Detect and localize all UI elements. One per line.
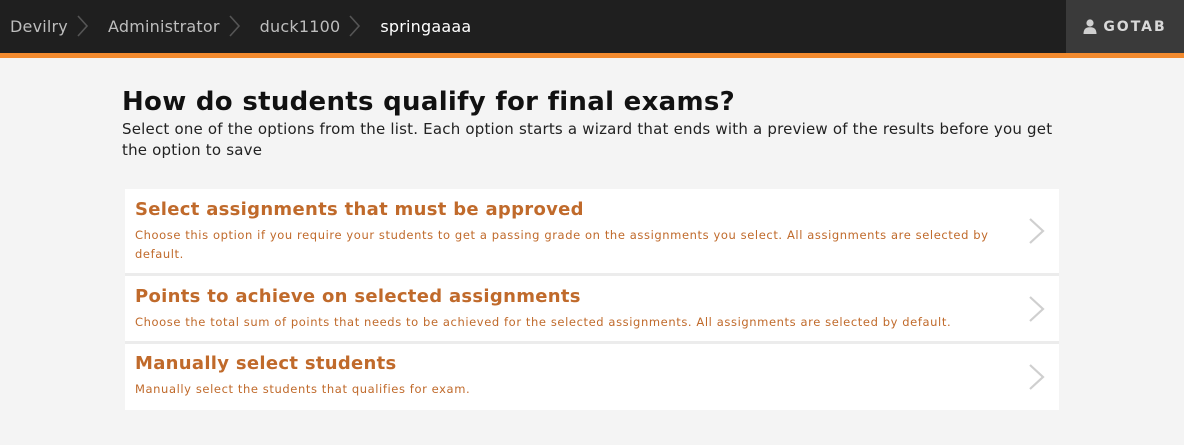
- option-select-approved-assignments[interactable]: Select assignments that must be approved…: [125, 189, 1059, 276]
- breadcrumb-item-devilry[interactable]: Devilry: [10, 17, 68, 36]
- breadcrumb-item-administrator[interactable]: Administrator: [108, 17, 220, 36]
- chevron-right-icon: [1029, 364, 1045, 390]
- option-title: Points to achieve on selected assignment…: [135, 286, 581, 307]
- user-icon: [1083, 19, 1097, 34]
- chevron-right-icon: [1029, 218, 1045, 244]
- chevron-right-icon: [226, 0, 250, 53]
- qualification-options-list: Select assignments that must be approved…: [125, 189, 1059, 410]
- option-title: Select assignments that must be approved: [135, 199, 584, 220]
- page-description: Select one of the options from the list.…: [122, 120, 1053, 159]
- chevron-right-icon: [346, 0, 370, 53]
- option-points-on-assignments[interactable]: Points to achieve on selected assignment…: [125, 276, 1059, 344]
- accent-divider: [0, 53, 1184, 58]
- option-description: Choose the total sum of points that need…: [135, 315, 952, 329]
- top-navigation-bar: Devilry Administrator duck1100 springaaa…: [0, 0, 1184, 53]
- chevron-right-icon: [1029, 295, 1045, 322]
- user-name-label: GOTAB: [1103, 18, 1167, 35]
- option-manually-select-students[interactable]: Manually select students Manually select…: [125, 344, 1059, 410]
- breadcrumb-item-duck1100[interactable]: duck1100: [260, 17, 341, 36]
- user-menu-button[interactable]: GOTAB: [1066, 0, 1184, 53]
- option-description: Manually select the students that qualif…: [135, 382, 471, 396]
- breadcrumb: Devilry Administrator duck1100 springaaa…: [0, 0, 471, 53]
- chevron-right-icon: [74, 0, 98, 53]
- option-description: Choose this option if you require your s…: [135, 228, 989, 261]
- breadcrumb-item-springaaaa: springaaaa: [380, 17, 472, 36]
- main-content: How do students qualify for final exams?…: [122, 86, 1067, 161]
- option-title: Manually select students: [135, 353, 397, 374]
- page-title: How do students qualify for final exams?: [122, 87, 736, 117]
